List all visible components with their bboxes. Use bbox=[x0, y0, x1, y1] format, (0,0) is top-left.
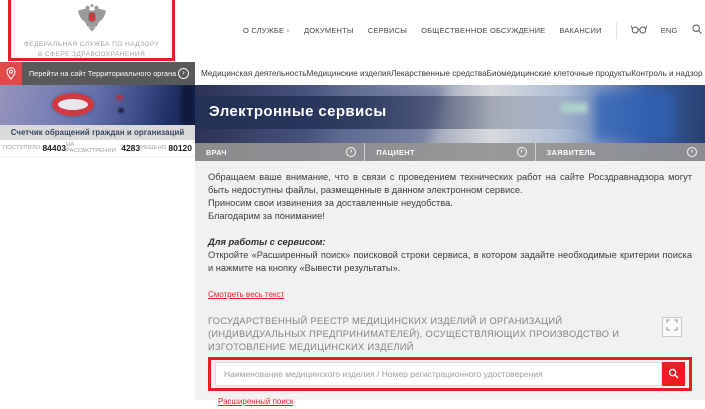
notice-thanks: Благодарим за понимание! bbox=[208, 210, 692, 223]
nav-item-public-discussion[interactable]: ОБЩЕСТВЕННОЕ ОБСУЖДЕНИЕ bbox=[421, 26, 545, 35]
main-content: Обращаем ваше внимание, что в связи с пр… bbox=[195, 161, 705, 400]
registry-title: ГОСУДАРСТВЕННЫЙ РЕЕСТР МЕДИЦИНСКИХ ИЗДЕЛ… bbox=[208, 315, 640, 354]
registry-search-button[interactable] bbox=[662, 362, 685, 386]
nav-item-documents[interactable]: ДОКУМЕНТЫ bbox=[304, 26, 354, 35]
subnav-medicines[interactable]: Лекарственные средства bbox=[391, 69, 487, 78]
accessibility-glasses-icon[interactable] bbox=[631, 24, 647, 36]
highlight-logo-box: ФЕДЕРАЛЬНАЯ СЛУЖБА ПО НАДЗОРУ В СФЕРЕ ЗД… bbox=[8, 0, 175, 61]
see-full-text-link[interactable]: Смотреть весь текст bbox=[208, 290, 284, 299]
hero-banner: Электронные сервисы ВРАЧ › ПАЦИЕНТ › ЗАЯ… bbox=[195, 85, 705, 161]
site-logo[interactable]: ФЕДЕРАЛЬНАЯ СЛУЖБА ПО НАДЗОРУ В СФЕРЕ ЗД… bbox=[11, 0, 172, 58]
appeals-counter: Счетчик обращений граждан и организаций … bbox=[0, 125, 195, 157]
tab-applicant[interactable]: ЗАЯВИТЕЛЬ › bbox=[536, 143, 705, 161]
chevron-right-circle-icon: › bbox=[178, 68, 189, 79]
territorial-site-bar[interactable]: Перейти на сайт Территориального органа … bbox=[0, 62, 195, 85]
notice-paragraph: Обращаем ваше внимание, что в связи с пр… bbox=[208, 171, 692, 197]
page-title: Электронные сервисы bbox=[209, 103, 387, 120]
magnifier-icon bbox=[668, 367, 679, 382]
tab-doctor[interactable]: ВРАЧ › bbox=[195, 143, 365, 161]
howto-heading: Для работы с сервисом: bbox=[208, 236, 692, 249]
emblem-eagle-icon bbox=[75, 20, 109, 37]
nav-item-services[interactable]: СЕРВИСЫ bbox=[368, 26, 407, 35]
nav-item-about[interactable]: О СЛУЖБЕ˅ bbox=[243, 26, 290, 35]
caret-down-icon: ˅ bbox=[286, 29, 290, 35]
stat-in-review: НА РАССМОТРЕНИИ 4283 bbox=[66, 142, 140, 154]
audience-tabs: ВРАЧ › ПАЦИЕНТ › ЗАЯВИТЕЛЬ › bbox=[195, 143, 705, 161]
registry-section: ГОСУДАРСТВЕННЫЙ РЕЕСТР МЕДИЦИНСКИХ ИЗДЕЛ… bbox=[208, 315, 692, 409]
advanced-search-link[interactable]: Расширенный поиск bbox=[218, 397, 293, 406]
registry-search-input[interactable] bbox=[215, 362, 662, 386]
chevron-right-circle-icon: › bbox=[346, 147, 356, 157]
chevron-right-circle-icon: › bbox=[687, 147, 697, 157]
tab-patient[interactable]: ПАЦИЕНТ › bbox=[365, 143, 535, 161]
notice-apology: Приносим свои извинения за доставленные … bbox=[208, 197, 692, 210]
search-icon[interactable] bbox=[692, 24, 702, 36]
howto-body: Откройте «Расширенный поиск» поисковой с… bbox=[208, 249, 692, 275]
section-navigation: Медицинская деятельность Медицинские изд… bbox=[195, 62, 705, 85]
counter-stats: ПОСТУПИЛО 84403 НА РАССМОТРЕНИИ 4283 РЕШ… bbox=[0, 140, 195, 157]
territorial-bar-label: Перейти на сайт Территориального органа bbox=[29, 69, 178, 78]
top-navigation: О СЛУЖБЕ˅ ДОКУМЕНТЫ СЕРВИСЫ ОБЩЕСТВЕННОЕ… bbox=[243, 20, 705, 40]
subnav-control[interactable]: Контроль и надзор bbox=[631, 69, 702, 78]
location-pin-icon bbox=[0, 62, 22, 85]
language-toggle[interactable]: ENG bbox=[661, 26, 678, 35]
divider bbox=[616, 22, 617, 39]
subnav-medical-activity[interactable]: Медицинская деятельность bbox=[201, 69, 306, 78]
stat-resolved: РЕШЕНО 80120 bbox=[140, 143, 192, 153]
sidebar-photo bbox=[0, 85, 195, 125]
subnav-medical-devices[interactable]: Медицинские изделия bbox=[306, 69, 391, 78]
logo-title: ФЕДЕРАЛЬНАЯ СЛУЖБА ПО НАДЗОРУ В СФЕРЕ ЗД… bbox=[11, 40, 172, 60]
highlight-search-box bbox=[208, 357, 692, 391]
subnav-biomedical-products[interactable]: Биомедицинские клеточные продукты bbox=[487, 69, 632, 78]
counter-title: Счетчик обращений граждан и организаций bbox=[0, 125, 195, 140]
device-logo-shape bbox=[52, 93, 94, 116]
fullscreen-expand-button[interactable] bbox=[662, 317, 682, 337]
chevron-right-circle-icon: › bbox=[517, 147, 527, 157]
stat-received: ПОСТУПИЛО 84403 bbox=[3, 143, 66, 153]
nav-item-vacancies[interactable]: ВАКАНСИИ bbox=[559, 26, 601, 35]
expand-corners-icon bbox=[666, 318, 678, 336]
